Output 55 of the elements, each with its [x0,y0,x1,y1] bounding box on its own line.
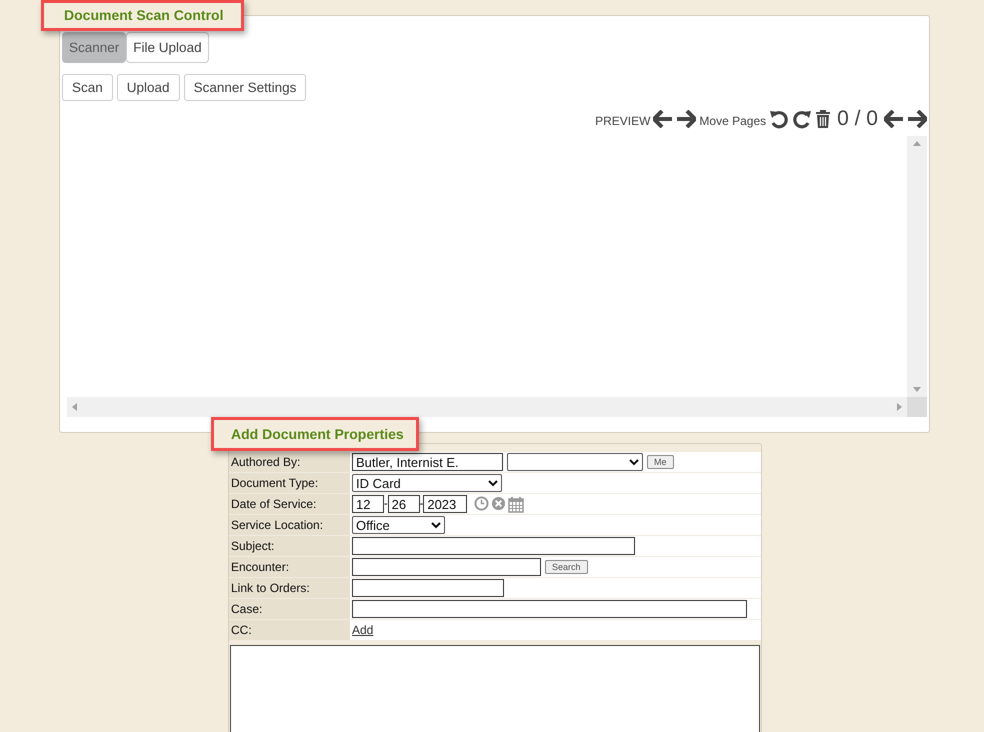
scroll-right-icon [897,403,902,411]
author-field[interactable]: Butler, Internist E. [352,453,503,471]
section-title: Document Scan Control [64,7,224,23]
trash-icon[interactable] [815,109,832,129]
horizontal-scrollbar[interactable] [67,397,907,417]
move-pages-label: Move Pages [699,114,766,128]
input-field[interactable] [352,579,504,597]
input-field[interactable] [352,600,747,618]
field-label: Authored By: [229,452,350,472]
preview-label: PREVIEW [595,114,650,128]
add-link[interactable]: Add [352,623,374,637]
clear-icon[interactable] [491,496,506,510]
dropdown[interactable] [507,453,643,471]
me-button[interactable]: Me [647,455,674,469]
vertical-scrollbar[interactable] [907,136,927,397]
rotate-left-icon[interactable] [769,109,790,129]
field-label: Link to Orders: [229,578,350,598]
arrow-left-icon[interactable] [653,110,674,128]
field-label: CC: [229,620,350,640]
field-label: Service Location: [229,515,350,535]
arrow-right-icon[interactable] [907,110,927,128]
field-label: Subject: [229,536,350,556]
field-label: Case: [229,599,350,619]
tab[interactable]: File Upload [126,32,209,63]
scroll-down-icon [913,387,921,392]
clock-icon[interactable] [474,496,490,510]
arrow-right-icon[interactable] [676,110,696,128]
search-button[interactable]: Search [545,560,588,574]
arrow-left-icon[interactable] [884,110,904,128]
date-separator: - [384,498,388,510]
date-separator: - [420,498,424,510]
field-label: Date of Service: [229,494,350,514]
toolbar-button[interactable]: Upload [116,74,180,101]
notes-field[interactable] [230,645,760,732]
field-label: Document Type: [229,473,350,493]
caret-icon [431,522,441,528]
month-field[interactable]: 12 [352,495,384,513]
scroll-up-icon [913,141,921,146]
section-title: Add Document Properties [231,426,404,442]
day-field[interactable]: 26 [388,495,420,513]
rotate-right-icon[interactable] [792,109,812,129]
calendar-icon[interactable] [508,496,524,512]
caret-icon [629,458,639,466]
year-field[interactable]: 2023 [423,495,468,513]
input-field[interactable] [352,558,541,576]
toolbar-button[interactable]: Scanner Settings [184,74,306,101]
input-field[interactable] [352,537,635,555]
dropdown[interactable]: ID Card [352,474,502,492]
page-counter: 0 / 0 [836,107,879,131]
dropdown[interactable]: Office [352,516,445,534]
scrollbar-corner [907,397,927,417]
caret-icon [488,480,498,486]
field-label: Encounter: [229,557,350,577]
scroll-left-icon [72,403,77,411]
toolbar-button[interactable]: Scan [62,74,113,101]
